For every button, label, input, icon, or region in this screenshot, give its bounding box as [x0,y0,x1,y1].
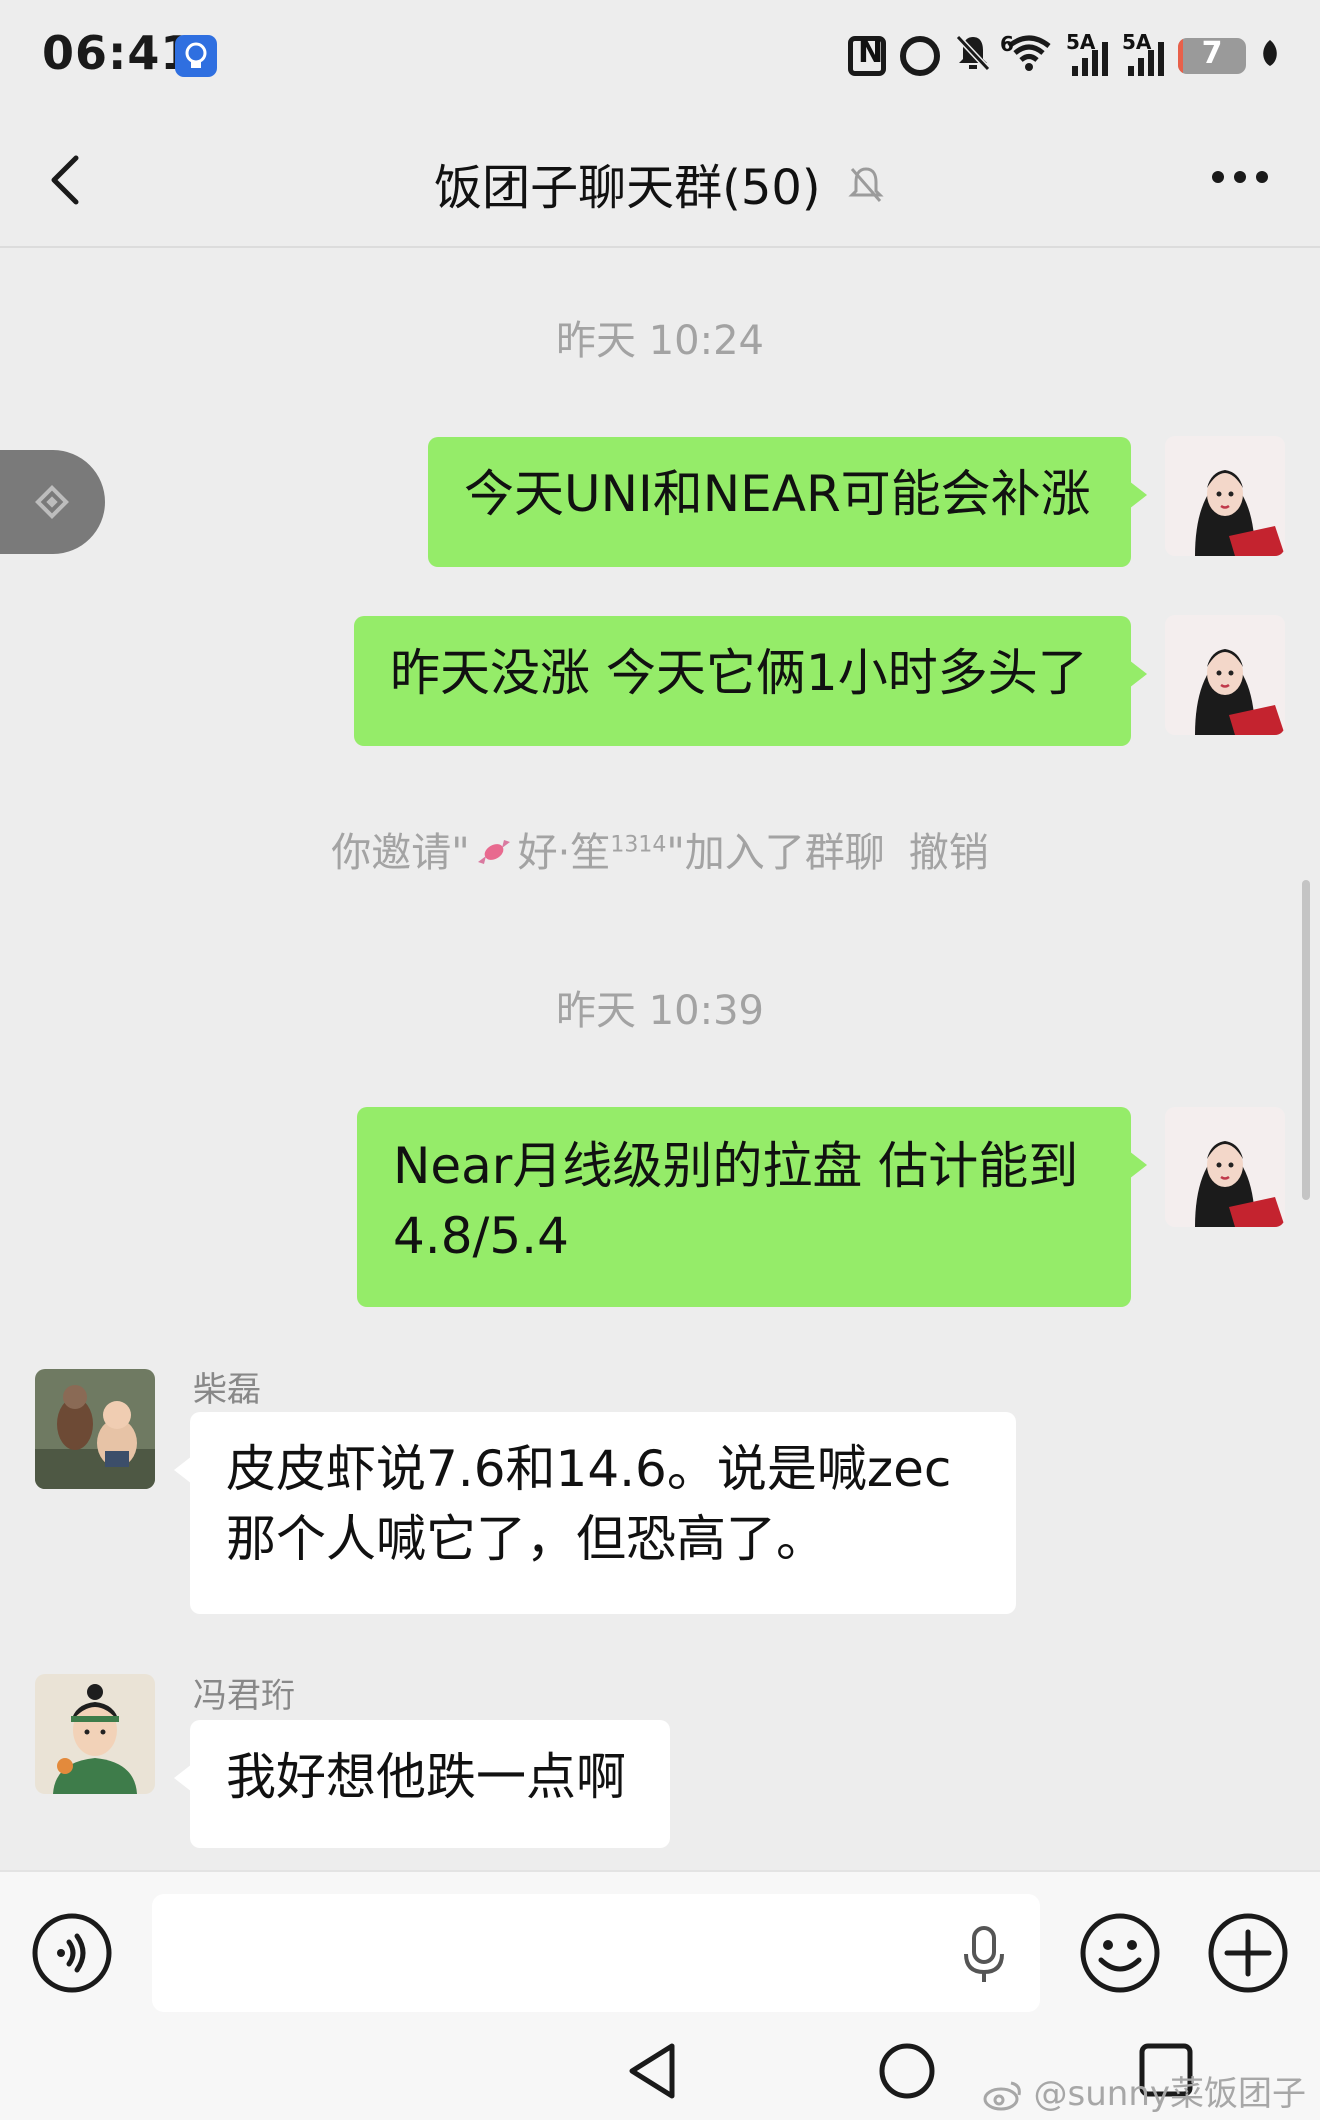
message-bubble-outgoing[interactable]: Near月线级别的拉盘 估计能到4.8/5.4 [357,1107,1147,1307]
avatar[interactable] [1165,615,1285,735]
voice-icon[interactable] [31,1912,113,1994]
message-bubble-outgoing[interactable]: 昨天没涨 今天它俩1小时多头了 [354,616,1147,746]
diamond-icon [30,480,74,528]
microphone-icon[interactable] [962,1926,1006,1988]
status-icons: 6 5A 5A 7 [848,30,1280,82]
battery-icon: 7 [1178,38,1246,74]
more-dots-icon[interactable] [1210,162,1270,192]
status-bar: 06:41 6 5A [0,0,1320,112]
signal-icon: 5A [1066,30,1108,76]
system-message-prefix: 你邀请" [331,830,470,876]
chat-title-text: 饭团子聊天群(50) [434,160,821,216]
sender-name: 柴磊 [193,1370,261,1410]
signal-label: 5A [1122,30,1152,54]
wifi-label: 6 [1000,31,1014,56]
signal-icon: 5A [1122,30,1164,76]
bell-off-icon [846,163,886,219]
light-bulb-icon [175,35,217,77]
sender-name: 冯君珩 [193,1676,295,1716]
invited-user-name-sup: 1314 [610,832,667,858]
nfc-icon [848,35,886,76]
avatar[interactable] [1165,1107,1285,1227]
mute-icon [954,33,992,80]
title-bar: 饭团子聊天群(50) [0,112,1320,248]
emoji-icon[interactable] [1079,1912,1161,1994]
timestamp: 昨天 10:24 [556,318,764,364]
system-message-name[interactable]: 好·笙1314 [518,830,667,876]
message-bubble-incoming[interactable]: 我好想他跌一点啊 [174,1720,670,1848]
system-message-suffix: "加入了群聊 [666,830,885,876]
avatar[interactable] [1165,436,1285,556]
nav-home-icon[interactable] [878,2042,936,2104]
battery-level: 7 [1201,38,1223,71]
plus-icon[interactable] [1207,1912,1289,1994]
status-time: 06:41 [42,26,194,80]
alarm-icon [900,36,940,76]
signal-label: 5A [1066,30,1096,54]
message-bubble-outgoing[interactable]: 今天UNI和NEAR可能会补涨 [428,437,1147,567]
timestamp: 昨天 10:39 [556,988,764,1034]
weibo-icon [983,2074,1034,2114]
floating-widget[interactable] [0,450,105,554]
system-message: 你邀请" 好·笙1314"加入了群聊 撤销 [0,820,1320,880]
avatar[interactable] [35,1369,155,1489]
message-bubble-incoming[interactable]: 皮皮虾说7.6和14.6。说是喊zec那个人喊它了，但恐高了。 [174,1412,1016,1614]
invited-user-name: 好·笙 [517,830,611,876]
revoke-link[interactable]: 撤销 [909,830,989,876]
scrollbar[interactable] [1302,880,1310,1200]
watermark: @sunny菜饭团子 [983,2066,1306,2115]
candy-icon [474,834,514,880]
navigation-bar: @sunny菜饭团子 [0,2020,1320,2120]
wifi-icon: 6 [1000,32,1052,81]
watermark-text: @sunny菜饭团子 [1033,2074,1306,2114]
input-bar [0,1870,1320,2020]
nav-back-icon[interactable] [624,2042,680,2104]
leaf-icon [1260,38,1280,75]
avatar[interactable] [35,1674,155,1794]
message-input[interactable] [152,1894,1040,2012]
chat-title: 饭团子聊天群(50) [0,148,1320,219]
